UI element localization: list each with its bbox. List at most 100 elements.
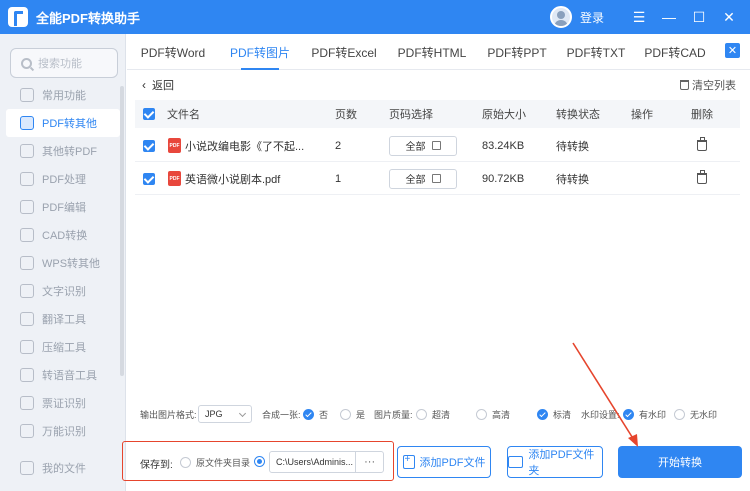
table-row: PDF 英语微小说剧本.pdf 1 全部 90.72KB 待转换 [135,163,740,195]
menu-icon[interactable]: ☰ [626,4,652,30]
sidebar-item-label: PDF编辑 [42,202,86,214]
close-icon[interactable]: ✕ [716,4,742,30]
row-checkbox[interactable] [143,172,155,185]
title-bar: 全能PDF转换助手 登录 ☰ — ☐ ✕ [0,0,750,34]
sidebar-item-ticket[interactable]: 票证识别 [0,389,120,417]
sidebar-item-common[interactable]: 常用功能 [0,81,120,109]
panel-close-icon[interactable]: ✕ [725,43,740,58]
source-dir-radio[interactable]: 原文件夹目录 [180,456,250,469]
trash-icon [680,80,689,90]
header-size: 原始大小 [482,109,526,121]
sidebar-item-label: PDF转其他 [42,118,97,130]
tab-pdf-to-html[interactable]: PDF转HTML [387,34,477,70]
search-placeholder: 搜索功能 [38,58,82,70]
sidebar-item-label: 文字识别 [42,286,86,298]
sidebar-item-label: 翻译工具 [42,314,86,326]
radio-icon [340,408,351,420]
back-button[interactable]: ‹ 返回 [142,77,174,93]
folder-icon [20,461,34,475]
quality-std-radio[interactable]: 标清 [537,408,571,421]
sidebar-item-label: 转语音工具 [42,370,97,382]
browse-icon[interactable]: ··· [355,452,383,472]
page-select-label: 全部 [405,175,426,186]
quality-label: 图片质量: [374,409,413,420]
file-pages: 1 [335,172,342,185]
delete-icon[interactable] [697,170,707,184]
sidebar-item-pdf-process[interactable]: PDF处理 [0,165,120,193]
search-input[interactable]: 搜索功能 [10,48,118,78]
sidebar-item-speech[interactable]: 转语音工具 [0,361,120,389]
radio-icon [416,408,427,420]
sidebar-item-label: 压缩工具 [42,342,86,354]
start-convert-button[interactable]: 开始转换 [618,446,742,478]
header-filename: 文件名 [167,109,200,121]
ticket-icon [20,396,34,410]
sidebar-item-universal[interactable]: 万能识别 [0,417,120,445]
quality-super-radio[interactable]: 超清 [416,408,450,421]
maximize-icon[interactable]: ☐ [686,4,712,30]
watermark-off-label: 无水印 [690,409,718,420]
tab-bar: PDF转Word PDF转图片 PDF转Excel PDF转HTML PDF转P… [127,34,750,70]
sidebar-item-label: 票证识别 [42,398,86,410]
my-files-link[interactable]: 我的文件 [20,460,86,476]
sidebar-item-translate[interactable]: 翻译工具 [0,305,120,333]
sidebar-item-label: PDF处理 [42,174,86,186]
sidebar-item-wps[interactable]: WPS转其他 [0,249,120,277]
output-path-value: C:\Users\Adminis... [276,457,354,467]
radio-checked-icon [303,408,314,420]
output-options: 输出图片格式: JPG 合成一张: 否 是 图片质量: 超清 高清 标清 水印设… [140,405,740,423]
tab-pdf-to-cad[interactable]: PDF转CAD [635,34,715,70]
pdf-file-icon: PDF [168,138,181,153]
row-checkbox[interactable] [143,139,155,152]
sidebar-item-compress[interactable]: 压缩工具 [0,333,120,361]
clear-list-button[interactable]: 清空列表 [680,77,736,93]
quality-high-radio[interactable]: 高清 [476,408,510,421]
quality-super-label: 超清 [432,409,451,420]
chevron-left-icon: ‹ [142,78,146,92]
header-pages: 页数 [335,109,357,121]
tab-pdf-to-excel[interactable]: PDF转Excel [301,34,387,70]
watermark-off-radio[interactable]: 无水印 [674,408,717,421]
page-select-button[interactable]: 全部 [389,135,457,156]
delete-icon[interactable] [697,137,707,151]
add-pdf-folder-label: 添加PDF文件夹 [528,449,595,477]
pdf-import-icon [20,144,34,158]
watermark-on-radio[interactable]: 有水印 [623,408,666,421]
output-path-field[interactable]: C:\Users\Adminis... ··· [269,451,384,473]
tab-pdf-to-word[interactable]: PDF转Word [127,34,219,70]
add-pdf-file-button[interactable]: 添加PDF文件 [397,446,491,478]
minimize-icon[interactable]: — [656,4,682,30]
sidebar-item-ocr[interactable]: 文字识别 [0,277,120,305]
add-folder-icon [508,456,524,468]
sidebar-item-cad[interactable]: CAD转换 [0,221,120,249]
avatar[interactable] [549,6,572,28]
format-label: 输出图片格式: [140,409,197,420]
custom-dir-radio[interactable] [254,456,270,467]
merge-no-label: 否 [319,409,329,420]
merge-yes-radio[interactable]: 是 [340,408,365,421]
tab-pdf-to-txt[interactable]: PDF转TXT [557,34,635,70]
text-recognition-icon [20,284,34,298]
format-select[interactable]: JPG [198,405,252,423]
source-dir-label: 原文件夹目录 [196,458,251,468]
file-status: 待转换 [556,173,589,186]
add-pdf-folder-button[interactable]: 添加PDF文件夹 [507,446,603,478]
login-link[interactable]: 登录 [580,9,604,26]
quality-high-label: 高清 [492,409,511,420]
select-all-checkbox[interactable] [143,108,155,120]
file-size: 90.72KB [482,172,525,185]
merge-no-radio[interactable]: 否 [303,408,328,421]
file-status: 待转换 [556,140,589,153]
radio-checked-icon [537,408,548,420]
sidebar-scrollbar[interactable] [120,86,124,376]
search-icon [21,57,32,69]
sidebar-item-pdf-edit[interactable]: PDF编辑 [0,193,120,221]
sidebar-item-pdf-to-other[interactable]: PDF转其他 [6,109,120,137]
page-select-button[interactable]: 全部 [389,168,457,189]
tab-pdf-to-ppt[interactable]: PDF转PPT [477,34,557,70]
table-row: PDF 小说改编电影《了不起... 2 全部 83.24KB 待转换 [135,130,740,162]
pdf-edit-icon [20,200,34,214]
sidebar-item-other-to-pdf[interactable]: 其他转PDF [0,137,120,165]
translate-icon [20,312,34,326]
tab-pdf-to-image[interactable]: PDF转图片 [219,34,301,70]
